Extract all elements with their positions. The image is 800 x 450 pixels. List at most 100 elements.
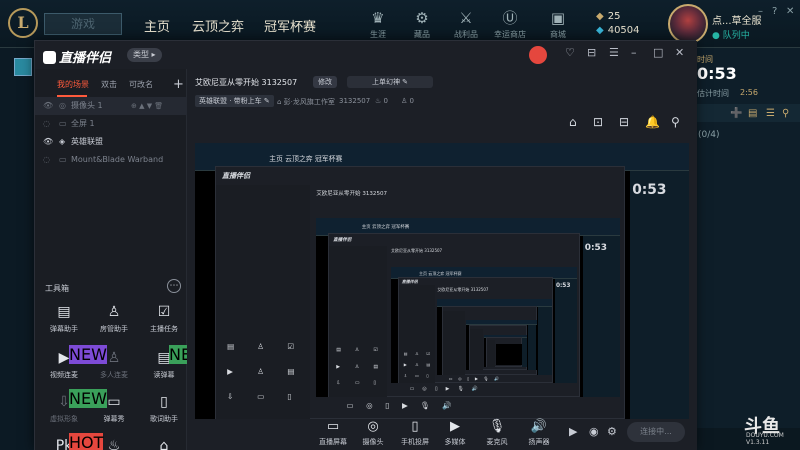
nested-tool-icon: ▯ [426, 372, 429, 378]
nested-room-title: 艾欧尼亚从零开始 3132507 [437, 286, 489, 292]
tool-item[interactable]: Pk HOT [39, 433, 104, 450]
lol-store-button[interactable]: ▣ 商城 [538, 8, 578, 42]
lol-profile-button[interactable]: ♛ 生涯 [358, 8, 398, 42]
tool-item[interactable]: ▭ 弹幕秀 [89, 393, 139, 424]
map-tile-icon[interactable] [14, 58, 32, 76]
nested-app-window [469, 324, 528, 370]
rp-icon: ◆ [596, 11, 604, 22]
douyu-domain: DOUYU.COM V1.3.11 [746, 432, 784, 446]
nested-preview [484, 334, 528, 367]
tool-item[interactable]: ⇩ NEW 虚拟形象 [39, 389, 107, 424]
home-icon[interactable]: ⌂ [569, 115, 577, 129]
tab-double-click[interactable]: 双击 [101, 79, 117, 90]
avatar[interactable] [668, 4, 708, 44]
search-icon[interactable]: ⚲ [782, 108, 789, 119]
viewer-count: ♙ 0 [401, 97, 414, 105]
menu-icon[interactable]: ☰ [609, 46, 619, 59]
tool-item[interactable]: ♙ 多人连麦 [89, 349, 139, 380]
nested-tool-icon: ▶ [403, 362, 407, 368]
lol-help-button[interactable]: ? [772, 6, 777, 17]
tool-item[interactable]: ▶ NEW 视频连麦 [39, 345, 107, 380]
tool-item[interactable]: ♙ 房管助手 [89, 303, 139, 334]
add-friend-icon[interactable]: ➕ [730, 108, 742, 119]
microphone-button[interactable]: 🎙 麦克风 [475, 419, 519, 447]
tool-item[interactable]: ♨ [89, 437, 139, 450]
eye-icon[interactable]: 👁 [43, 97, 53, 115]
phone-icon: ▯ [411, 419, 419, 434]
lol-loot-button[interactable]: ⚔ 战利品 [446, 8, 486, 42]
collection-icon: ⚙ [415, 9, 429, 27]
stream-preview[interactable]: 主页 云顶之弈 冠军杯赛 0:53 ▤ ♙ ☑ ▶ ♙ ▤ ⇩ ▭ ▯ 直播伴侣 艾欧尼亚从零开始 31… [195, 143, 689, 419]
maximize-button[interactable]: □ [653, 46, 663, 59]
tool-item[interactable]: ▤NEW读弹幕 [139, 345, 207, 380]
nested-social-panel [528, 325, 537, 370]
lol-minimize-button[interactable]: – [758, 6, 763, 17]
eye-off-icon[interactable]: ◌ [43, 151, 50, 169]
lol-currency: ◆ 25 ◆ 40504 [596, 11, 640, 36]
lock-icon[interactable]: ⊡ [593, 115, 603, 129]
nested-sidebar [442, 311, 465, 375]
lol-lucky-shop-button[interactable]: Ⓤ 幸运商店 [490, 8, 530, 42]
lol-logo-icon[interactable]: L [8, 8, 38, 38]
studio-name: ⌂ 彭·龙风旗工作室 [277, 98, 335, 106]
tool-item[interactable]: ▯ 歌词助手 [139, 393, 189, 424]
close-button[interactable]: ✕ [675, 46, 684, 59]
category-tag[interactable]: 英雄联盟 · 带粉上车 ✎ [195, 95, 274, 107]
lol-nav-home[interactable]: 主页 [144, 16, 170, 35]
lol-close-button[interactable]: ✕ [786, 6, 794, 17]
source-item[interactable]: ◌ ▭ 全屏 1 [35, 115, 187, 133]
edit-title-button[interactable]: 修改 [313, 76, 337, 88]
window-icon: ▭ [59, 155, 67, 164]
layout-icon[interactable]: ⊟ [587, 46, 596, 59]
camera-icon: ◎ [59, 101, 66, 110]
display-icon[interactable]: ⊟ [619, 115, 629, 129]
friend-count: (0/4) [698, 130, 720, 140]
nested-app-window: ▤ ♙ ☑ ▶ ♙ ▤ ⇩ ▭ ▯ 直播伴侣 艾欧尼亚从零开始 3132507 ▭ ◎ ▯ ▶ 🎙 🔊 [398, 276, 554, 384]
lol-nav-clash[interactable]: 冠军杯赛 [264, 16, 316, 35]
eye-off-icon[interactable]: ◌ [43, 115, 50, 133]
nested-social-panel [538, 306, 552, 375]
lol-nav-tft[interactable]: 云顶之弈 [192, 16, 244, 35]
share-icon[interactable]: ⚲ [671, 115, 680, 129]
bell-icon[interactable]: 🔔 [645, 115, 660, 129]
source-controls[interactable]: ⊕ ▲ ▼ 🗑 [131, 97, 163, 115]
lol-collection-button[interactable]: ⚙ 藏品 [402, 8, 442, 42]
nested-sidebar: ▤ ♙ ☑ ▶ ♙ ▤ ⇩ ▭ ▯ [399, 285, 436, 384]
favorite-icon[interactable]: ♡ [565, 46, 575, 59]
tab-my-scenes[interactable]: 我的场景 [57, 79, 89, 90]
source-item[interactable]: 👁 ◎ 摄像头 1 ⊕ ▲ ▼ 🗑 [35, 97, 187, 115]
camera-button[interactable]: ◎ 摄像头 [351, 419, 395, 447]
nested-tool-icon: ♙ [257, 341, 265, 351]
preview-eye-icon[interactable]: ◉ [589, 425, 599, 438]
nested-tool-icon: ▤ [287, 366, 295, 376]
lol-play-button[interactable]: 游戏 [44, 13, 122, 35]
source-item[interactable]: ◌ ▭ Mount&Blade Warband [35, 151, 187, 169]
settings-icon[interactable]: ⚙ [607, 425, 617, 438]
nested-lol-nav: 主页 云顶之弈 冠军杯赛 [269, 154, 343, 163]
eye-icon[interactable]: 👁 [43, 133, 53, 151]
nested-tool-icon: ▯ [287, 392, 292, 402]
avatar[interactable] [529, 46, 547, 64]
tool-item[interactable]: ☑ 主播任务 [139, 303, 189, 334]
room-id: 3132507 [339, 97, 371, 105]
speaker-button[interactable]: 🔊 扬声器 [517, 419, 561, 447]
list-icon[interactable]: ☰ [766, 108, 775, 119]
source-item[interactable]: 👁 ◈ 英雄联盟 [35, 133, 187, 151]
media-button[interactable]: ▶ 多媒体 [433, 419, 477, 447]
tab-rename[interactable]: 可改名 [129, 79, 153, 90]
folder-icon[interactable]: ▤ [748, 108, 757, 119]
minimize-button[interactable]: – [631, 46, 637, 59]
record-icon[interactable]: ▶ [569, 425, 577, 438]
type-badge[interactable]: 类型 ▸ [127, 48, 162, 62]
screen-capture-button[interactable]: ▭ 直播屏幕 [311, 419, 355, 447]
tool-item[interactable]: ▤ 弹幕助手 [39, 303, 89, 334]
tool-item[interactable]: ⌂ [139, 437, 189, 450]
mic-name-field[interactable]: 上单幻神 ✎ [347, 76, 433, 88]
phone-cast-button[interactable]: ▯ 手机投屏 [393, 419, 437, 447]
tool-label: 房管助手 [100, 325, 128, 333]
lol-status: ● 队列中 [712, 31, 750, 41]
toolbox-more-button[interactable]: ⋯ [167, 279, 181, 293]
nested-queue-timer: 0:53 [555, 283, 571, 290]
add-scene-button[interactable]: + [173, 77, 184, 92]
start-live-button[interactable]: 连接中... [627, 422, 685, 442]
